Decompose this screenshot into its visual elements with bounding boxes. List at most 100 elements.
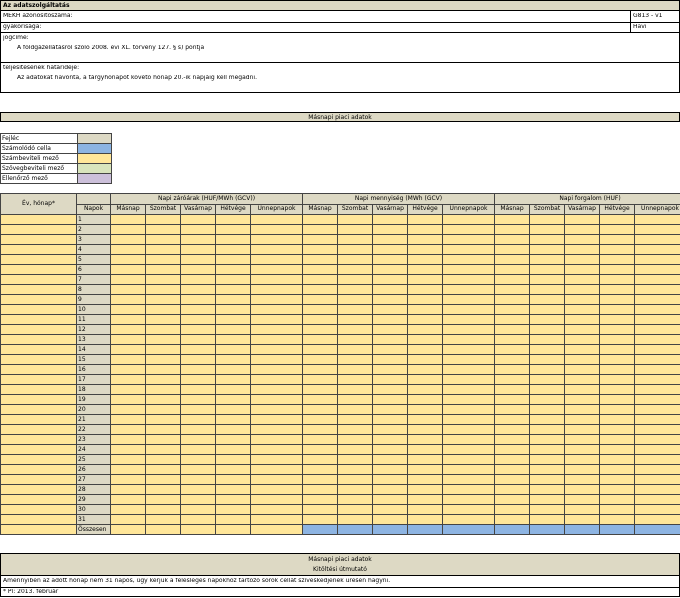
input-cell[interactable] (337, 414, 374, 425)
input-cell[interactable] (337, 294, 374, 305)
input-cell[interactable] (529, 414, 566, 425)
input-cell[interactable] (407, 484, 444, 495)
input-cell[interactable] (494, 394, 531, 405)
input-cell[interactable] (407, 424, 444, 435)
input-cell[interactable] (407, 514, 444, 525)
input-cell[interactable] (442, 434, 496, 445)
input-cell[interactable] (529, 294, 566, 305)
year-month-cell[interactable] (0, 464, 77, 475)
input-cell[interactable] (215, 304, 251, 315)
input-cell[interactable] (407, 304, 444, 315)
input-cell[interactable] (302, 464, 339, 475)
input-cell[interactable] (529, 444, 566, 455)
input-cell[interactable] (145, 324, 181, 335)
input-cell[interactable] (145, 284, 181, 295)
input-cell[interactable] (407, 374, 444, 385)
input-cell[interactable] (634, 464, 680, 475)
input-cell[interactable] (302, 414, 339, 425)
input-cell[interactable] (110, 394, 146, 405)
input-cell[interactable] (249, 424, 304, 435)
input-cell[interactable] (302, 334, 339, 345)
input-cell[interactable] (145, 524, 181, 535)
input-cell[interactable] (564, 454, 601, 465)
input-cell[interactable] (372, 424, 409, 435)
input-cell[interactable] (302, 384, 339, 395)
input-cell[interactable] (494, 364, 531, 375)
input-cell[interactable] (215, 334, 251, 345)
year-month-cell[interactable] (0, 484, 77, 495)
input-cell[interactable] (564, 254, 601, 265)
input-cell[interactable] (180, 304, 216, 315)
input-cell[interactable] (407, 464, 444, 475)
input-cell[interactable] (634, 254, 680, 265)
input-cell[interactable] (110, 504, 146, 515)
input-cell[interactable] (110, 264, 146, 275)
input-cell[interactable] (249, 444, 304, 455)
input-cell[interactable] (442, 254, 496, 265)
input-cell[interactable] (442, 444, 496, 455)
input-cell[interactable] (110, 234, 146, 245)
input-cell[interactable] (494, 444, 531, 455)
input-cell[interactable] (564, 464, 601, 475)
input-cell[interactable] (494, 314, 531, 325)
input-cell[interactable] (634, 284, 680, 295)
input-cell[interactable] (407, 364, 444, 375)
input-cell[interactable] (180, 394, 216, 405)
input-cell[interactable] (249, 294, 304, 305)
input-cell[interactable] (372, 474, 409, 485)
input-cell[interactable] (249, 384, 304, 395)
year-month-cell[interactable] (0, 354, 77, 365)
input-cell[interactable] (564, 364, 601, 375)
input-cell[interactable] (407, 264, 444, 275)
input-cell[interactable] (564, 474, 601, 485)
input-cell[interactable] (442, 284, 496, 295)
input-cell[interactable] (372, 384, 409, 395)
input-cell[interactable] (494, 494, 531, 505)
input-cell[interactable] (145, 314, 181, 325)
input-cell[interactable] (634, 324, 680, 335)
input-cell[interactable] (180, 494, 216, 505)
input-cell[interactable] (249, 344, 304, 355)
input-cell[interactable] (494, 284, 531, 295)
input-cell[interactable] (494, 514, 531, 525)
input-cell[interactable] (494, 464, 531, 475)
input-cell[interactable] (407, 454, 444, 465)
input-cell[interactable] (215, 274, 251, 285)
input-cell[interactable] (302, 234, 339, 245)
input-cell[interactable] (110, 424, 146, 435)
input-cell[interactable] (442, 324, 496, 335)
input-cell[interactable] (442, 224, 496, 235)
input-cell[interactable] (564, 324, 601, 335)
input-cell[interactable] (494, 324, 531, 335)
input-cell[interactable] (372, 334, 409, 345)
input-cell[interactable] (599, 464, 636, 475)
input-cell[interactable] (302, 454, 339, 465)
input-cell[interactable] (302, 294, 339, 305)
input-cell[interactable] (564, 404, 601, 415)
input-cell[interactable] (372, 374, 409, 385)
input-cell[interactable] (337, 374, 374, 385)
year-month-cell[interactable] (0, 444, 77, 455)
input-cell[interactable] (180, 214, 216, 225)
input-cell[interactable] (564, 434, 601, 445)
input-cell[interactable] (564, 444, 601, 455)
input-cell[interactable] (372, 274, 409, 285)
input-cell[interactable] (372, 234, 409, 245)
input-cell[interactable] (599, 244, 636, 255)
input-cell[interactable] (407, 224, 444, 235)
input-cell[interactable] (110, 494, 146, 505)
input-cell[interactable] (337, 264, 374, 275)
input-cell[interactable] (145, 454, 181, 465)
input-cell[interactable] (634, 244, 680, 255)
input-cell[interactable] (529, 474, 566, 485)
input-cell[interactable] (180, 374, 216, 385)
input-cell[interactable] (180, 474, 216, 485)
input-cell[interactable] (494, 294, 531, 305)
input-cell[interactable] (599, 434, 636, 445)
input-cell[interactable] (180, 424, 216, 435)
input-cell[interactable] (145, 344, 181, 355)
input-cell[interactable] (634, 494, 680, 505)
year-month-cell[interactable] (0, 384, 77, 395)
input-cell[interactable] (145, 234, 181, 245)
input-cell[interactable] (180, 334, 216, 345)
